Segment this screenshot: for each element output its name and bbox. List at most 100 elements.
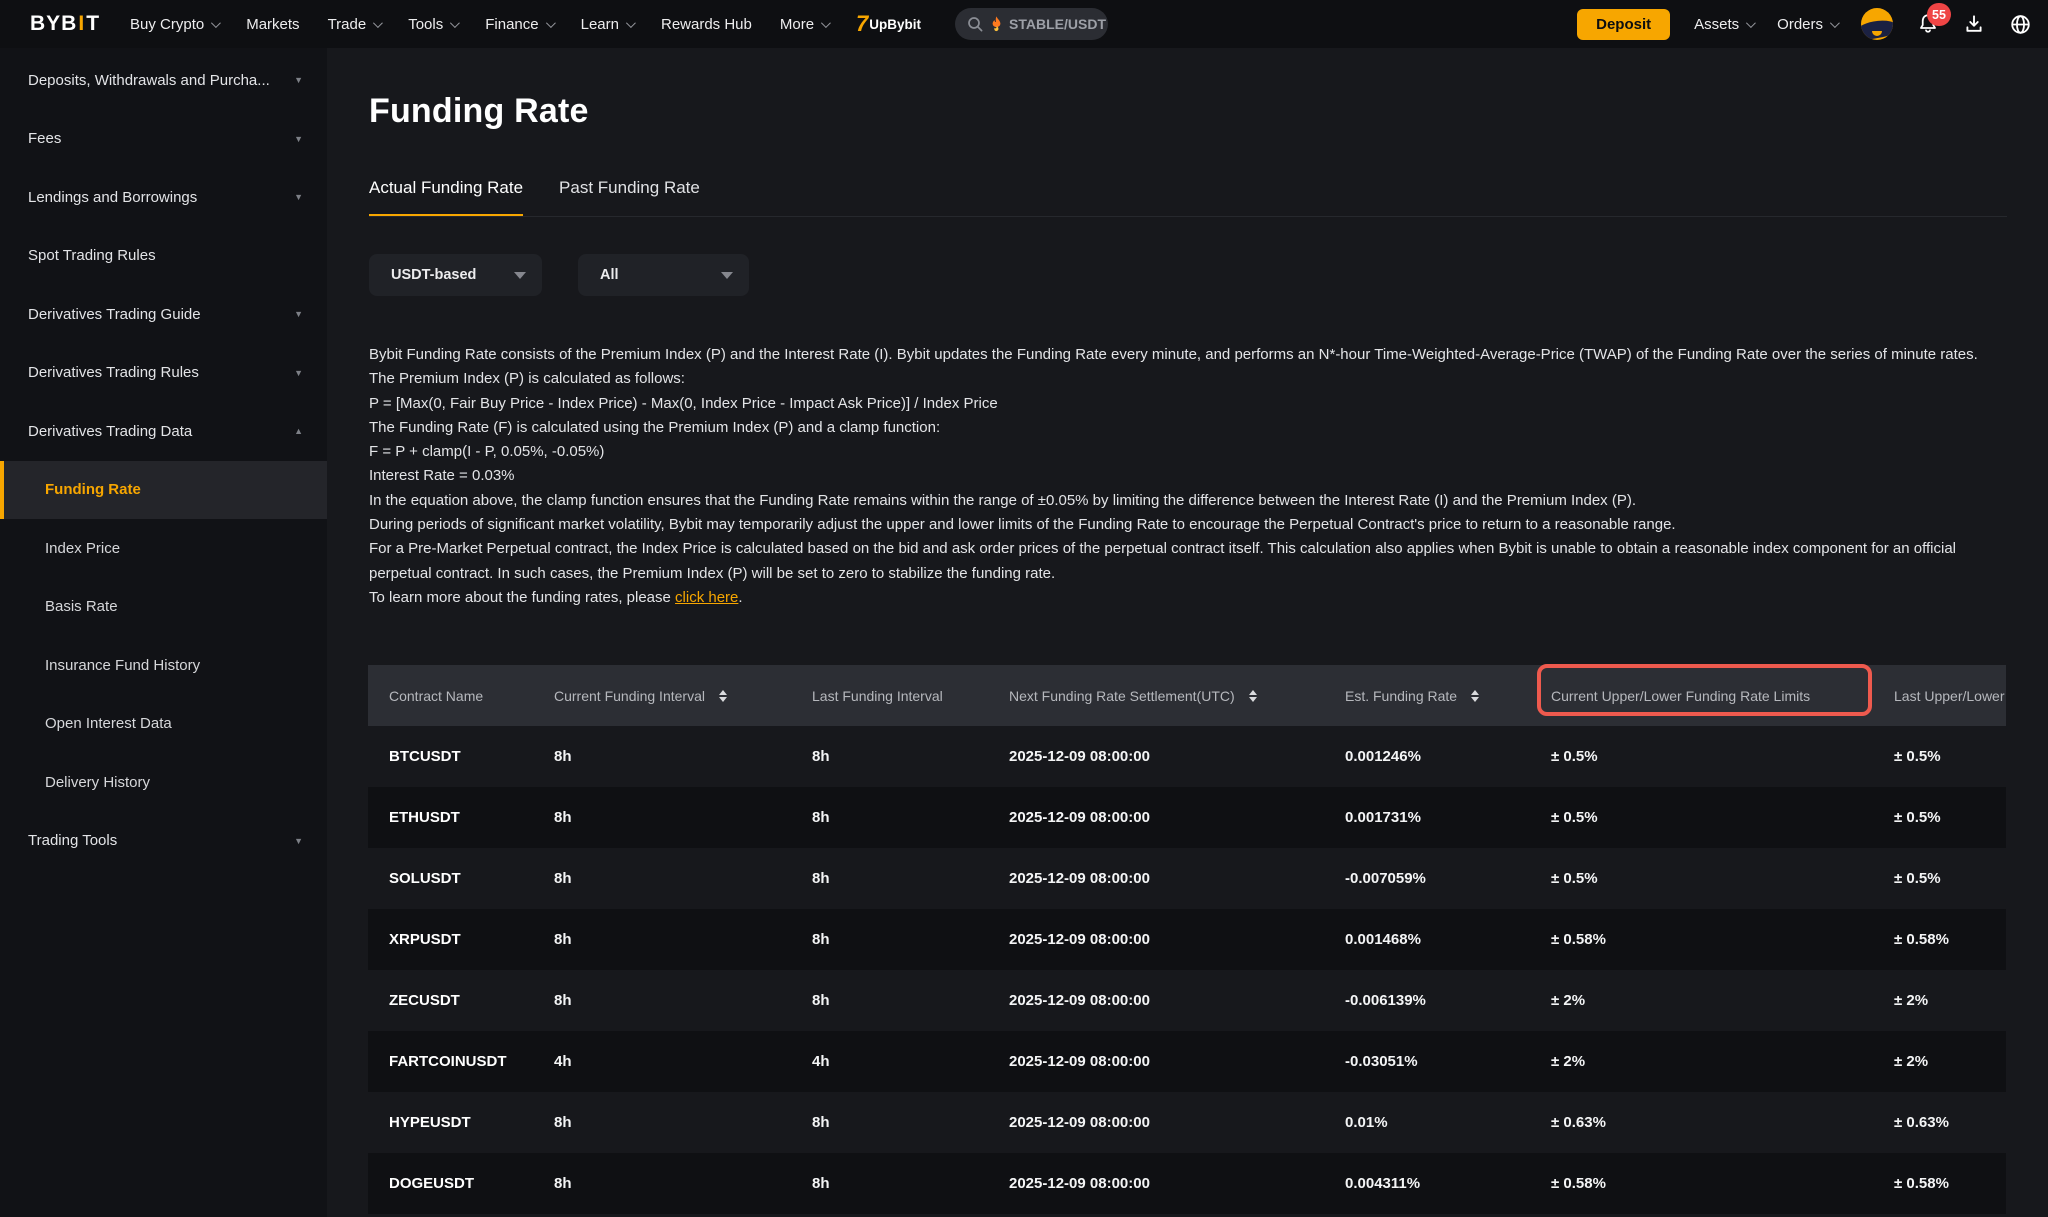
sidebar-item-delivery-history[interactable]: Delivery History bbox=[0, 753, 327, 812]
avatar-visor bbox=[1861, 17, 1893, 40]
topnav-right: Deposit Assets Orders 55 bbox=[1577, 0, 2048, 48]
description-line: Bybit Funding Rate consists of the Premi… bbox=[369, 343, 2011, 367]
table-row-hypeusdt[interactable]: HYPEUSDT8h8h2025-12-09 08:00:000.01%± 0.… bbox=[368, 1092, 2006, 1153]
deposit-button[interactable]: Deposit bbox=[1577, 9, 1670, 40]
notification-badge: 55 bbox=[1927, 3, 1951, 26]
table-cell: 2025-12-09 08:00:00 bbox=[988, 787, 1324, 848]
sidebar-item-open-interest-data[interactable]: Open Interest Data bbox=[0, 695, 327, 754]
sidebar-item-derivatives-trading-rules[interactable]: Derivatives Trading Rules▼ bbox=[0, 344, 327, 403]
triangle-down-icon: ▼ bbox=[294, 75, 303, 85]
triangle-down-icon: ▼ bbox=[294, 134, 303, 144]
sort-icon[interactable] bbox=[1249, 690, 1257, 702]
table-cell: ± 0.5% bbox=[1530, 848, 1873, 909]
table-row-solusdt[interactable]: SOLUSDT8h8h2025-12-09 08:00:00-0.007059%… bbox=[368, 848, 2006, 909]
column-header-inner: Next Funding Rate Settlement(UTC) bbox=[1009, 688, 1324, 704]
nav-item-more[interactable]: More bbox=[766, 0, 842, 48]
link-line-suffix: . bbox=[738, 589, 742, 606]
column-header-label: Current Funding Interval bbox=[554, 688, 705, 704]
sidebar-item-index-price[interactable]: Index Price bbox=[0, 519, 327, 578]
sidebar-item-deposits-withdrawals-and-purcha[interactable]: Deposits, Withdrawals and Purcha... ▼ bbox=[0, 51, 327, 110]
nav-item-finance[interactable]: Finance bbox=[471, 0, 566, 48]
funding-rate-table: Contract Name Current Funding Interval Las… bbox=[368, 665, 2006, 1214]
sort-desc-arrow bbox=[1471, 697, 1479, 702]
sidebar-item-label: Derivatives Trading Guide bbox=[28, 306, 201, 323]
sidebar-item-label: Derivatives Trading Rules bbox=[28, 364, 199, 381]
table-row-zecusdt[interactable]: ZECUSDT8h8h2025-12-09 08:00:00-0.006139%… bbox=[368, 970, 2006, 1031]
nav-item-buy-crypto[interactable]: Buy Crypto bbox=[116, 0, 232, 48]
chevron-down-icon bbox=[1746, 18, 1756, 28]
nav-item-tools[interactable]: Tools bbox=[394, 0, 471, 48]
table-cell: 8h bbox=[533, 1153, 791, 1214]
table-cell: ± 0.63% bbox=[1873, 1092, 2006, 1153]
column-header-next-funding-rate-settlement-utc[interactable]: Next Funding Rate Settlement(UTC) bbox=[988, 665, 1324, 726]
assets-menu[interactable]: Assets bbox=[1694, 0, 1753, 48]
tab-past-funding-rate[interactable]: Past Funding Rate bbox=[559, 178, 700, 217]
column-header-current-funding-interval[interactable]: Current Funding Interval bbox=[533, 665, 791, 726]
search-query: STABLE/USDT bbox=[1009, 16, 1106, 32]
description-line: During periods of significant market vol… bbox=[369, 513, 2011, 537]
click-here-link[interactable]: click here bbox=[675, 589, 738, 606]
sidebar-item-funding-rate[interactable]: Funding Rate bbox=[0, 461, 327, 520]
triangle-down-icon: ▼ bbox=[294, 836, 303, 846]
sidebar-item-fees[interactable]: Fees▼ bbox=[0, 110, 327, 169]
language-globe-button[interactable] bbox=[2009, 13, 2032, 36]
sort-icon[interactable] bbox=[1471, 690, 1479, 702]
sidebar-item-spot-trading-rules[interactable]: Spot Trading Rules bbox=[0, 227, 327, 286]
bybit-logo[interactable]: BYBIT bbox=[30, 12, 100, 36]
column-header-inner: Last Funding Interval bbox=[812, 688, 988, 704]
chevron-down-icon bbox=[450, 18, 460, 28]
contract-name-cell: XRPUSDT bbox=[368, 909, 533, 970]
table-row-dogeusdt[interactable]: DOGEUSDT8h8h2025-12-09 08:00:000.004311%… bbox=[368, 1153, 2006, 1214]
notifications-button[interactable]: 55 bbox=[1917, 13, 1939, 35]
sidebar-item-label: Delivery History bbox=[45, 774, 150, 791]
nav-item-rewards-hub[interactable]: Rewards Hub bbox=[647, 0, 766, 48]
table-cell: 8h bbox=[533, 787, 791, 848]
sidebar-item-insurance-fund-history[interactable]: Insurance Fund History bbox=[0, 636, 327, 695]
chevron-down-icon bbox=[1830, 18, 1840, 28]
upbybit-logo[interactable]: 7 UpBybit bbox=[856, 11, 921, 37]
table-row-btcusdt[interactable]: BTCUSDT8h8h2025-12-09 08:00:000.001246%±… bbox=[368, 726, 2006, 787]
contract-filter-dropdown[interactable]: All bbox=[578, 254, 749, 296]
sidebar-item-lendings-and-borrowings[interactable]: Lendings and Borrowings▼ bbox=[0, 168, 327, 227]
sidebar-item-derivatives-trading-data[interactable]: Derivatives Trading Data▲ bbox=[0, 402, 327, 461]
table-row-fartcoinusdt[interactable]: FARTCOINUSDT4h4h2025-12-09 08:00:00-0.03… bbox=[368, 1031, 2006, 1092]
contract-name-cell: ETHUSDT bbox=[368, 787, 533, 848]
sort-asc-arrow bbox=[719, 690, 727, 695]
sidebar-item-label: Index Price bbox=[45, 540, 120, 557]
column-header-inner: Current Upper/Lower Funding Rate Limits bbox=[1551, 688, 1873, 704]
table-row-ethusdt[interactable]: ETHUSDT8h8h2025-12-09 08:00:000.001731%±… bbox=[368, 787, 2006, 848]
margin-type-dropdown[interactable]: USDT-based bbox=[369, 254, 542, 296]
funding-rate-description: Bybit Funding Rate consists of the Premi… bbox=[369, 343, 2011, 610]
table-row-xrpusdt[interactable]: XRPUSDT8h8h2025-12-09 08:00:000.001468%±… bbox=[368, 909, 2006, 970]
nav-item-markets[interactable]: Markets bbox=[232, 0, 313, 48]
column-header-est-funding-rate[interactable]: Est. Funding Rate bbox=[1324, 665, 1530, 726]
sidebar-item-trading-tools[interactable]: Trading Tools▼ bbox=[0, 812, 327, 871]
table-cell: ± 0.5% bbox=[1530, 787, 1873, 848]
sidebar-item-label: Deposits, Withdrawals and Purcha... bbox=[28, 72, 270, 89]
nav-item-trade[interactable]: Trade bbox=[314, 0, 395, 48]
table-cell: 2025-12-09 08:00:00 bbox=[988, 1092, 1324, 1153]
sort-icon[interactable] bbox=[719, 690, 727, 702]
table-cell: ± 0.58% bbox=[1873, 909, 2006, 970]
sidebar-item-label: Insurance Fund History bbox=[45, 657, 200, 674]
tab-actual-funding-rate[interactable]: Actual Funding Rate bbox=[369, 178, 523, 217]
sidebar-item-label: Derivatives Trading Data bbox=[28, 423, 192, 440]
avatar[interactable] bbox=[1861, 8, 1893, 40]
search-icon bbox=[967, 16, 984, 33]
funding-rate-table-wrap: Contract Name Current Funding Interval Las… bbox=[368, 665, 2006, 1215]
search-box[interactable]: STABLE/USDT bbox=[955, 8, 1108, 40]
triangle-down-icon: ▼ bbox=[294, 192, 303, 202]
download-app-button[interactable] bbox=[1963, 13, 1985, 35]
contract-name-cell: SOLUSDT bbox=[368, 848, 533, 909]
sidebar: Deposits, Withdrawals and Purcha...▼Fees… bbox=[0, 48, 327, 1217]
sidebar-item-label: Open Interest Data bbox=[45, 715, 172, 732]
table-cell: ± 0.5% bbox=[1873, 848, 2006, 909]
orders-menu[interactable]: Orders bbox=[1777, 0, 1837, 48]
nav-item-learn[interactable]: Learn bbox=[567, 0, 647, 48]
main-content: Funding Rate Actual Funding Rate Past Fu… bbox=[327, 48, 2048, 1217]
table-cell: 2025-12-09 08:00:00 bbox=[988, 1153, 1324, 1214]
sidebar-item-derivatives-trading-guide[interactable]: Derivatives Trading Guide▼ bbox=[0, 285, 327, 344]
column-header-contract-name: Contract Name bbox=[368, 665, 533, 726]
sidebar-item-basis-rate[interactable]: Basis Rate bbox=[0, 578, 327, 637]
sort-asc-arrow bbox=[1471, 690, 1479, 695]
